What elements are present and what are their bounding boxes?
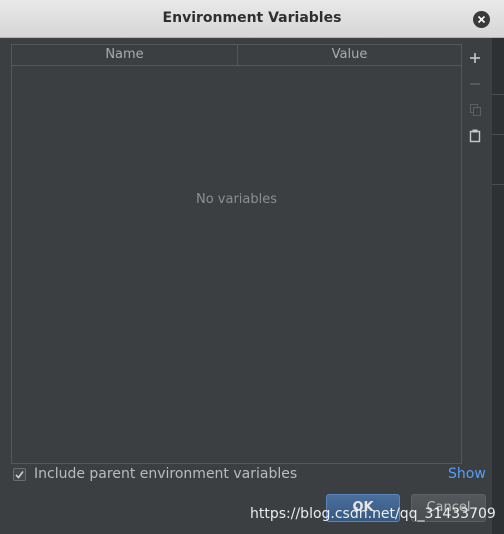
add-button[interactable] (466, 49, 484, 67)
paste-button[interactable] (466, 127, 484, 145)
column-header-name[interactable]: Name (12, 45, 238, 65)
variables-table[interactable]: Name Value No variables (11, 44, 462, 464)
column-header-value[interactable]: Value (238, 45, 461, 65)
dialog-title: Environment Variables (162, 10, 342, 26)
environment-variables-dialog: Environment Variables Name Value No vari… (0, 0, 504, 534)
add-icon (470, 53, 480, 63)
include-parent-env-label[interactable]: Include parent environment variables (34, 466, 297, 482)
show-link[interactable]: Show (448, 466, 486, 482)
title-bar: Environment Variables (0, 0, 504, 38)
close-button[interactable] (473, 11, 490, 28)
copy-icon (470, 104, 481, 116)
close-icon (477, 15, 486, 24)
checkmark-icon (15, 471, 24, 479)
empty-table-message: No variables (195, 192, 278, 207)
remove-button[interactable] (466, 75, 484, 93)
include-parent-env-checkbox[interactable] (13, 468, 26, 481)
table-header: Name Value (12, 45, 461, 66)
remove-icon (470, 83, 480, 85)
copy-button[interactable] (466, 101, 484, 119)
table-toolbar (462, 44, 488, 464)
watermark-text: https://blog.csdn.net/qq_31433709 (250, 506, 496, 522)
paste-icon (469, 129, 481, 143)
background-window-edge (492, 38, 504, 534)
